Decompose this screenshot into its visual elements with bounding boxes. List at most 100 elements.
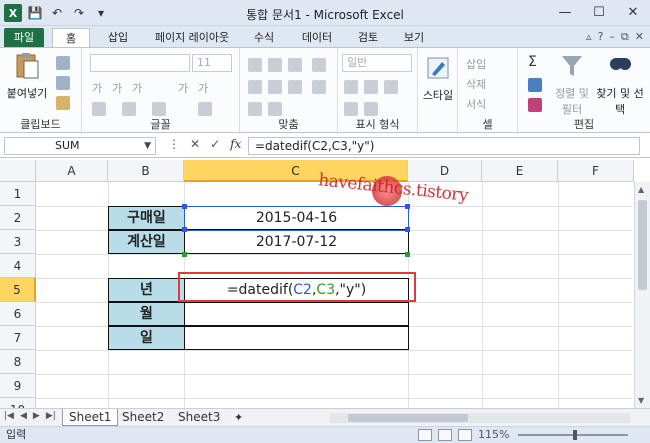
sheet-tab-sheet2[interactable]: Sheet2 bbox=[116, 409, 170, 426]
font-name-box[interactable] bbox=[90, 54, 190, 72]
vertical-scroll-thumb[interactable] bbox=[638, 200, 647, 290]
autosum-icon[interactable]: Σ bbox=[528, 54, 537, 70]
cell-c7[interactable] bbox=[184, 326, 409, 350]
cancel-icon[interactable]: ✕ bbox=[190, 137, 200, 151]
phonetic-icon[interactable] bbox=[198, 102, 212, 116]
fill-color-icon[interactable] bbox=[122, 102, 136, 116]
column-header-e[interactable]: E bbox=[482, 160, 558, 182]
cell-c3[interactable]: 2017-07-12 bbox=[184, 230, 409, 254]
new-sheet-icon[interactable]: ✦ bbox=[228, 409, 249, 426]
delete-cells-button[interactable]: 삭제 bbox=[466, 76, 486, 92]
copy-icon[interactable] bbox=[56, 76, 70, 90]
sort-filter-button[interactable]: 정렬 및 필터 bbox=[552, 52, 592, 117]
ref-handle[interactable] bbox=[182, 204, 187, 209]
ref-handle[interactable] bbox=[405, 252, 410, 257]
font-color-icon[interactable] bbox=[152, 102, 166, 116]
tab-review[interactable]: 검토 bbox=[350, 28, 386, 48]
column-header-b[interactable]: B bbox=[108, 160, 184, 182]
bold-icon[interactable]: 가 bbox=[92, 80, 102, 96]
help-icon[interactable]: ? bbox=[598, 30, 604, 44]
align-right-icon[interactable] bbox=[288, 80, 302, 94]
paste-button[interactable]: 붙여넣기 bbox=[4, 52, 50, 101]
horizontal-scrollbar[interactable] bbox=[330, 413, 630, 423]
underline-icon[interactable]: 가 bbox=[132, 80, 142, 96]
tab-view[interactable]: 보기 bbox=[396, 28, 432, 48]
prev-sheet-icon[interactable]: ◀ bbox=[20, 411, 27, 421]
row-header-3[interactable]: 3 bbox=[0, 230, 36, 254]
increase-indent-icon[interactable] bbox=[268, 102, 282, 116]
clear-icon[interactable] bbox=[528, 98, 542, 112]
minimize-button[interactable]: — bbox=[548, 0, 582, 24]
ref-handle[interactable] bbox=[182, 252, 187, 257]
page-break-view-icon[interactable] bbox=[458, 429, 472, 441]
row-header-10[interactable]: 10 bbox=[0, 398, 36, 408]
row-header-9[interactable]: 9 bbox=[0, 374, 36, 398]
scroll-down-icon[interactable]: ▼ bbox=[638, 396, 644, 405]
tab-insert[interactable]: 삽입 bbox=[100, 28, 136, 48]
row-header-6[interactable]: 6 bbox=[0, 302, 36, 326]
formula-input[interactable]: =datedif(C2,C3,"y") bbox=[248, 137, 640, 155]
row-header-1[interactable]: 1 bbox=[0, 182, 36, 206]
decrease-decimal-icon[interactable] bbox=[364, 102, 378, 116]
normal-view-icon[interactable] bbox=[418, 429, 432, 441]
decrease-indent-icon[interactable] bbox=[248, 102, 262, 116]
find-select-button[interactable]: 찾기 및 선택 bbox=[596, 52, 644, 117]
insert-cells-button[interactable]: 삽입 bbox=[466, 56, 486, 72]
italic-icon[interactable]: 가 bbox=[112, 80, 122, 96]
ref-handle[interactable] bbox=[405, 227, 410, 232]
sheet-tab-sheet3[interactable]: Sheet3 bbox=[172, 409, 226, 426]
comma-icon[interactable] bbox=[384, 80, 398, 94]
percent-icon[interactable] bbox=[364, 80, 378, 94]
row-header-2[interactable]: 2 bbox=[0, 206, 36, 230]
name-box-dropdown-icon[interactable]: ▼ bbox=[144, 138, 151, 154]
column-header-a[interactable]: A bbox=[36, 160, 108, 182]
doc-restore-icon[interactable]: ⧉ bbox=[621, 30, 629, 44]
currency-icon[interactable] bbox=[344, 80, 358, 94]
align-middle-icon[interactable] bbox=[268, 58, 282, 72]
format-painter-icon[interactable] bbox=[56, 96, 70, 110]
cut-icon[interactable] bbox=[56, 56, 70, 70]
border-icon[interactable] bbox=[92, 102, 106, 116]
page-layout-view-icon[interactable] bbox=[438, 429, 452, 441]
merge-icon[interactable] bbox=[312, 80, 326, 94]
increase-decimal-icon[interactable] bbox=[344, 102, 358, 116]
styles-button[interactable]: 스타일 bbox=[420, 54, 456, 103]
align-top-icon[interactable] bbox=[248, 58, 262, 72]
row-header-8[interactable]: 8 bbox=[0, 350, 36, 374]
column-header-d[interactable]: D bbox=[408, 160, 482, 182]
doc-minimize-icon[interactable]: – bbox=[609, 30, 615, 44]
name-box[interactable]: SUM ▼ bbox=[4, 137, 156, 155]
zoom-slider-knob[interactable] bbox=[573, 430, 577, 440]
font-size-box[interactable]: 11 bbox=[192, 54, 232, 72]
tab-home[interactable]: 홈 bbox=[52, 28, 90, 48]
row-header-4[interactable]: 4 bbox=[0, 254, 36, 278]
tab-formulas[interactable]: 수식 bbox=[246, 28, 282, 48]
tab-data[interactable]: 데이터 bbox=[294, 28, 340, 48]
cell-b3[interactable]: 계산일 bbox=[108, 230, 185, 254]
tab-file[interactable]: 파일 bbox=[4, 28, 44, 48]
close-button[interactable]: ✕ bbox=[616, 0, 650, 24]
vertical-scrollbar[interactable]: ▲ ▼ bbox=[634, 182, 650, 408]
insert-function-icon[interactable]: fx bbox=[230, 137, 241, 151]
row-header-5[interactable]: 5 bbox=[0, 278, 36, 302]
first-sheet-icon[interactable]: |◀ bbox=[4, 411, 14, 421]
scroll-up-icon[interactable]: ▲ bbox=[638, 185, 644, 194]
number-format-box[interactable]: 일반 bbox=[342, 54, 412, 72]
cell-b5[interactable]: 년 bbox=[108, 278, 185, 302]
format-cells-button[interactable]: 서식 bbox=[466, 96, 486, 112]
cell-b7[interactable]: 일 bbox=[108, 326, 185, 350]
tab-page-layout[interactable]: 페이지 레이아웃 bbox=[144, 28, 240, 48]
cell-b6[interactable]: 월 bbox=[108, 302, 185, 326]
next-sheet-icon[interactable]: ▶ bbox=[33, 411, 40, 421]
align-center-icon[interactable] bbox=[268, 80, 282, 94]
ref-handle[interactable] bbox=[182, 227, 187, 232]
ribbon-collapse-icon[interactable]: ▵ bbox=[586, 30, 592, 44]
doc-close-icon[interactable]: ✕ bbox=[635, 30, 644, 44]
cell-b2[interactable]: 구매일 bbox=[108, 206, 185, 230]
wrap-text-icon[interactable] bbox=[312, 58, 326, 72]
align-left-icon[interactable] bbox=[248, 80, 262, 94]
row-header-7[interactable]: 7 bbox=[0, 326, 36, 350]
select-all-corner[interactable] bbox=[0, 160, 36, 182]
maximize-button[interactable]: ☐ bbox=[582, 0, 616, 24]
fill-icon[interactable] bbox=[528, 78, 542, 92]
